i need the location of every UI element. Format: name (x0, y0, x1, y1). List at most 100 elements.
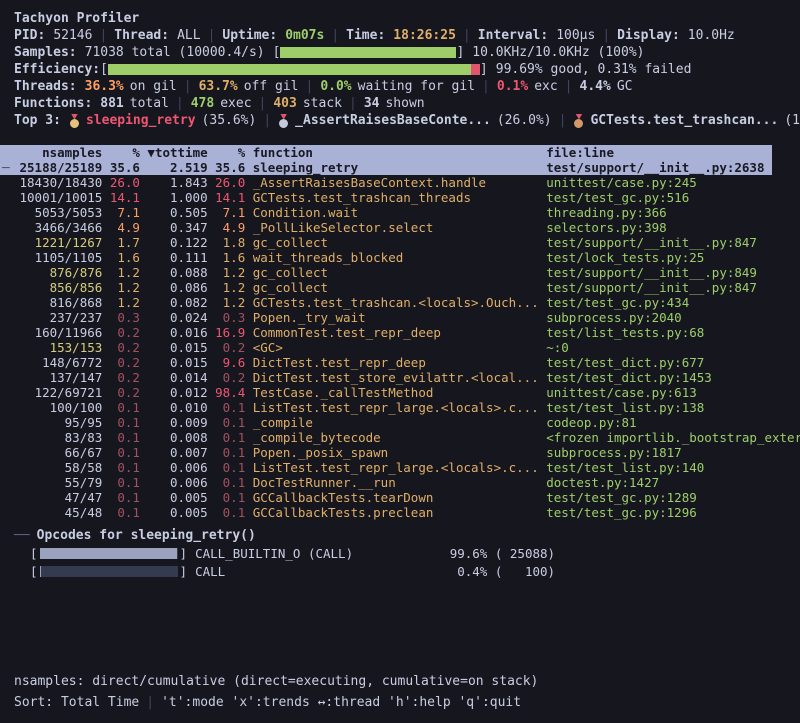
cell-cumulative-pct: 0.1 (215, 430, 245, 445)
table-row[interactable]: 83/830.10.0080.1_compile_bytecode<frozen… (0, 430, 772, 445)
cell-tottime: 0.111 (147, 250, 207, 265)
footer-help-line: nsamples: direct/cumulative (direct=exec… (14, 671, 538, 692)
table-row[interactable]: 160/119660.20.01616.9CommonTest.test_rep… (0, 325, 772, 340)
cell-direct-pct: 0.1 (110, 505, 140, 520)
header-direct-pct[interactable]: % (110, 145, 140, 160)
table-row[interactable]: 122/697210.20.01298.4TestCase._callTestM… (0, 385, 772, 400)
cell-direct-pct: 26.0 (110, 175, 140, 190)
table-row[interactable]: 66/670.10.0070.1Popen._posix_spawnsubpro… (0, 445, 772, 460)
table-row[interactable]: 148/67720.20.0159.6DictTest.test_repr_de… (0, 355, 772, 370)
cell-function: DocTestRunner.__run (253, 475, 539, 490)
top1-function[interactable]: sleeping_retry (86, 113, 196, 128)
header-nsamples[interactable]: nsamples (12, 145, 102, 160)
cell-tottime: 0.086 (147, 280, 207, 295)
cell-nsamples: 66/67 (12, 445, 102, 460)
time-value: 18:26:25 (393, 28, 456, 43)
cell-function: gc_collect (253, 280, 539, 295)
table-row[interactable]: 153/1530.20.0150.2<GC>~:0 (0, 340, 772, 355)
header-function[interactable]: function (253, 145, 539, 160)
cell-function: DictTest.test_repr_deep (253, 355, 539, 370)
cell-tottime: 0.082 (147, 295, 207, 310)
table-row[interactable]: 45/480.10.0050.1GCCallbackTests.preclean… (0, 505, 772, 520)
cell-file-line: codeop.py:81 (546, 415, 772, 430)
cell-nsamples: 856/856 (12, 280, 102, 295)
cell-direct-pct: 0.2 (110, 385, 140, 400)
cell-direct-pct: 0.1 (110, 445, 140, 460)
cell-nsamples: 153/153 (12, 340, 102, 355)
thread-value[interactable]: ALL (177, 28, 200, 43)
cell-nsamples: 83/83 (12, 430, 102, 445)
separator (349, 96, 357, 111)
cell-cumulative-pct: 1.2 (215, 280, 245, 295)
table-row[interactable]: 25188/2518935.62.51935.6sleeping_retryte… (0, 160, 772, 175)
cell-function: _PollLikeSelector.select (253, 220, 539, 235)
cell-function: GCTests.test_trashcan.<locals>.Ouch... (253, 295, 539, 310)
table-row[interactable]: 95/950.10.0090.1_compilecodeop.py:81 (0, 415, 772, 430)
table-row[interactable]: 47/470.10.0050.1GCCallbackTests.tearDown… (0, 490, 772, 505)
cell-tottime: 0.015 (147, 340, 207, 355)
header-tottime-sorted[interactable]: ▼tottime (147, 145, 207, 160)
cell-file-line: test/test_gc.py:1289 (546, 490, 772, 505)
cell-tottime: 0.006 (147, 475, 207, 490)
table-row[interactable]: 10001/1001514.11.00014.1GCTests.test_tra… (0, 190, 772, 205)
uptime-value: 0m07s (285, 28, 324, 43)
table-row[interactable]: 1105/11051.60.1111.6wait_threads_blocked… (0, 250, 772, 265)
top3-line: Top 3: sleeping_retry(35.6%) _AssertRais… (14, 112, 800, 129)
functions-label: Functions: (14, 96, 92, 111)
table-row[interactable]: 55/790.10.0060.1DocTestRunner.__rundocte… (0, 475, 772, 490)
exc-pct: 0.1% (497, 79, 528, 94)
table-row[interactable]: 58/580.10.0060.1ListTest.test_repr_large… (0, 460, 772, 475)
threads-label: Threads: (14, 79, 77, 94)
table-row[interactable]: 18430/1843026.01.84326.0_AssertRaisesBas… (0, 175, 772, 190)
table-row[interactable]: 856/8561.20.0861.2gc_collecttest/support… (0, 280, 772, 295)
top3-function[interactable]: GCTests.test_trashcan... (590, 113, 778, 128)
status-line: PID:52146 Thread:ALL Uptime:0m07s Time:1… (14, 27, 800, 44)
header-file-line[interactable]: file:line (546, 145, 772, 160)
cell-file-line: test/test_list.py:138 (546, 400, 772, 415)
cell-cumulative-pct: 0.2 (215, 370, 245, 385)
cell-function: ListTest.test_repr_large.<locals>.c... (253, 460, 539, 475)
header-cumulative-pct[interactable]: % (215, 145, 245, 160)
cell-nsamples: 816/868 (12, 295, 102, 310)
separator (176, 96, 184, 111)
separator (482, 79, 490, 94)
cell-direct-pct: 1.2 (110, 280, 140, 295)
table-row[interactable]: 816/8681.20.0821.2GCTests.test_trashcan.… (0, 295, 772, 310)
gc-pct: 4.4% (580, 79, 611, 94)
threads-line: Threads: 36.3%on gil 63.7%off gil 0.0%wa… (14, 78, 800, 95)
functions-shown-text: shown (385, 96, 424, 111)
cell-nsamples: 58/58 (12, 460, 102, 475)
cell-nsamples: 237/237 (12, 310, 102, 325)
cell-file-line: test/test_gc.py:1296 (546, 505, 772, 520)
opcodes-title-line: ── Opcodes for sleeping_retry() (14, 527, 800, 544)
opcodes-title: Opcodes for sleeping_retry() (37, 528, 256, 543)
opcode-bar (40, 566, 178, 577)
cell-direct-pct: 0.1 (110, 460, 140, 475)
cell-tottime: 1.000 (147, 190, 207, 205)
time-label: Time: (346, 28, 385, 43)
cell-direct-pct: 0.1 (110, 400, 140, 415)
cell-nsamples: 18430/18430 (12, 175, 102, 190)
display-label: Display: (617, 28, 680, 43)
table-row[interactable]: 876/8761.20.0881.2gc_collecttest/support… (0, 265, 772, 280)
table-row[interactable]: 100/1000.10.0100.1ListTest.test_repr_lar… (0, 400, 772, 415)
cell-function: Popen._try_wait (253, 310, 539, 325)
cell-file-line: test/support/__init__.py:849 (546, 265, 772, 280)
top2-function[interactable]: _AssertRaisesBaseConte... (295, 113, 491, 128)
waiting-gil-pct: 0.0% (320, 79, 351, 94)
cell-nsamples: 5053/5053 (12, 205, 102, 220)
table-row[interactable]: 5053/50537.10.5057.1Condition.waitthread… (0, 205, 772, 220)
cell-file-line: test/support/__init__.py:2638 (546, 160, 772, 175)
cell-cumulative-pct: 98.4 (215, 385, 245, 400)
cell-file-line: subprocess.py:1817 (546, 445, 772, 460)
table-row[interactable]: 237/2370.30.0240.3Popen._try_waitsubproc… (0, 310, 772, 325)
table-row[interactable]: 3466/34664.90.3474.9_PollLikeSelector.se… (0, 220, 772, 235)
display-value: 10.0Hz (688, 28, 735, 43)
cell-tottime: 0.012 (147, 385, 207, 400)
cell-cumulative-pct: 0.1 (215, 475, 245, 490)
table-row[interactable]: 1221/12671.70.1221.8gc_collecttest/suppo… (0, 235, 772, 250)
cell-cumulative-pct: 0.1 (215, 415, 245, 430)
opcode-row: CALL0.4% ( 100) (30, 562, 800, 580)
table-row[interactable]: 137/1470.20.0140.2DictTest.test_store_ev… (0, 370, 772, 385)
pid-label: PID: (14, 28, 45, 43)
